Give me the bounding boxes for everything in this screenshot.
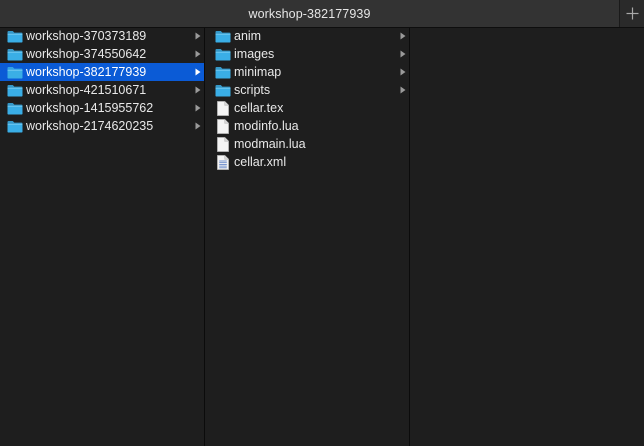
folder-icon — [7, 83, 23, 97]
item-label: workshop-1415955762 — [26, 101, 154, 115]
text-document-icon — [215, 154, 231, 170]
file-row[interactable]: cellar.tex — [205, 99, 409, 117]
chevron-right-icon — [195, 117, 201, 135]
item-label: workshop-382177939 — [26, 65, 147, 79]
item-label: images — [234, 47, 275, 61]
folder-row[interactable]: minimap — [205, 63, 409, 81]
folder-row[interactable]: anim — [205, 27, 409, 45]
folder-row[interactable]: scripts — [205, 81, 409, 99]
folder-icon — [7, 65, 23, 79]
item-label: modinfo.lua — [234, 119, 299, 133]
folder-icon — [7, 29, 23, 43]
item-label: cellar.tex — [234, 101, 284, 115]
chevron-right-icon — [195, 45, 201, 63]
folder-row[interactable]: workshop-374550642 — [0, 45, 204, 63]
column-3[interactable] — [410, 28, 644, 446]
tab-title: workshop-382177939 — [248, 6, 371, 21]
folder-row[interactable]: workshop-370373189 — [0, 27, 204, 45]
column-1-list: workshop-370373189 workshop-374550642 work… — [0, 27, 204, 135]
item-label: workshop-421510671 — [26, 83, 147, 97]
chevron-right-icon — [195, 63, 201, 81]
chevron-right-icon — [195, 27, 201, 45]
item-label: minimap — [234, 65, 282, 79]
tab-bar: workshop-382177939 — [0, 0, 644, 28]
plus-icon — [626, 7, 639, 20]
folder-icon — [215, 83, 231, 97]
tab-active[interactable]: workshop-382177939 — [0, 0, 620, 27]
folder-icon — [7, 101, 23, 115]
item-label: workshop-370373189 — [26, 29, 147, 43]
folder-row[interactable]: workshop-2174620235 — [0, 117, 204, 135]
folder-row[interactable]: workshop-1415955762 — [0, 99, 204, 117]
finder-window: workshop-382177939 workshop-370373189 wor… — [0, 0, 644, 446]
document-icon — [215, 118, 231, 134]
column-browser: workshop-370373189 workshop-374550642 work… — [0, 28, 644, 446]
folder-icon — [215, 65, 231, 79]
chevron-right-icon — [400, 27, 406, 45]
file-row[interactable]: cellar.xml — [205, 153, 409, 171]
folder-icon — [215, 47, 231, 61]
chevron-right-icon — [400, 45, 406, 63]
folder-icon — [215, 29, 231, 43]
file-row[interactable]: modinfo.lua — [205, 117, 409, 135]
item-label: modmain.lua — [234, 137, 306, 151]
folder-row[interactable]: workshop-382177939 — [0, 63, 204, 81]
folder-icon — [7, 119, 23, 133]
column-2-list: anim images minimap scripts cellar.tex modinf… — [205, 27, 409, 171]
item-label: workshop-2174620235 — [26, 119, 154, 133]
chevron-right-icon — [400, 81, 406, 99]
item-label: anim — [234, 29, 262, 43]
document-icon — [215, 136, 231, 152]
file-row[interactable]: modmain.lua — [205, 135, 409, 153]
item-label: workshop-374550642 — [26, 47, 147, 61]
chevron-right-icon — [400, 63, 406, 81]
folder-row[interactable]: workshop-421510671 — [0, 81, 204, 99]
item-label: cellar.xml — [234, 155, 287, 169]
new-tab-button[interactable] — [621, 0, 644, 27]
chevron-right-icon — [195, 99, 201, 117]
column-2[interactable]: anim images minimap scripts cellar.tex modinf… — [205, 28, 410, 446]
chevron-right-icon — [195, 81, 201, 99]
document-icon — [215, 100, 231, 116]
folder-icon — [7, 47, 23, 61]
folder-row[interactable]: images — [205, 45, 409, 63]
item-label: scripts — [234, 83, 271, 97]
column-1[interactable]: workshop-370373189 workshop-374550642 work… — [0, 28, 205, 446]
